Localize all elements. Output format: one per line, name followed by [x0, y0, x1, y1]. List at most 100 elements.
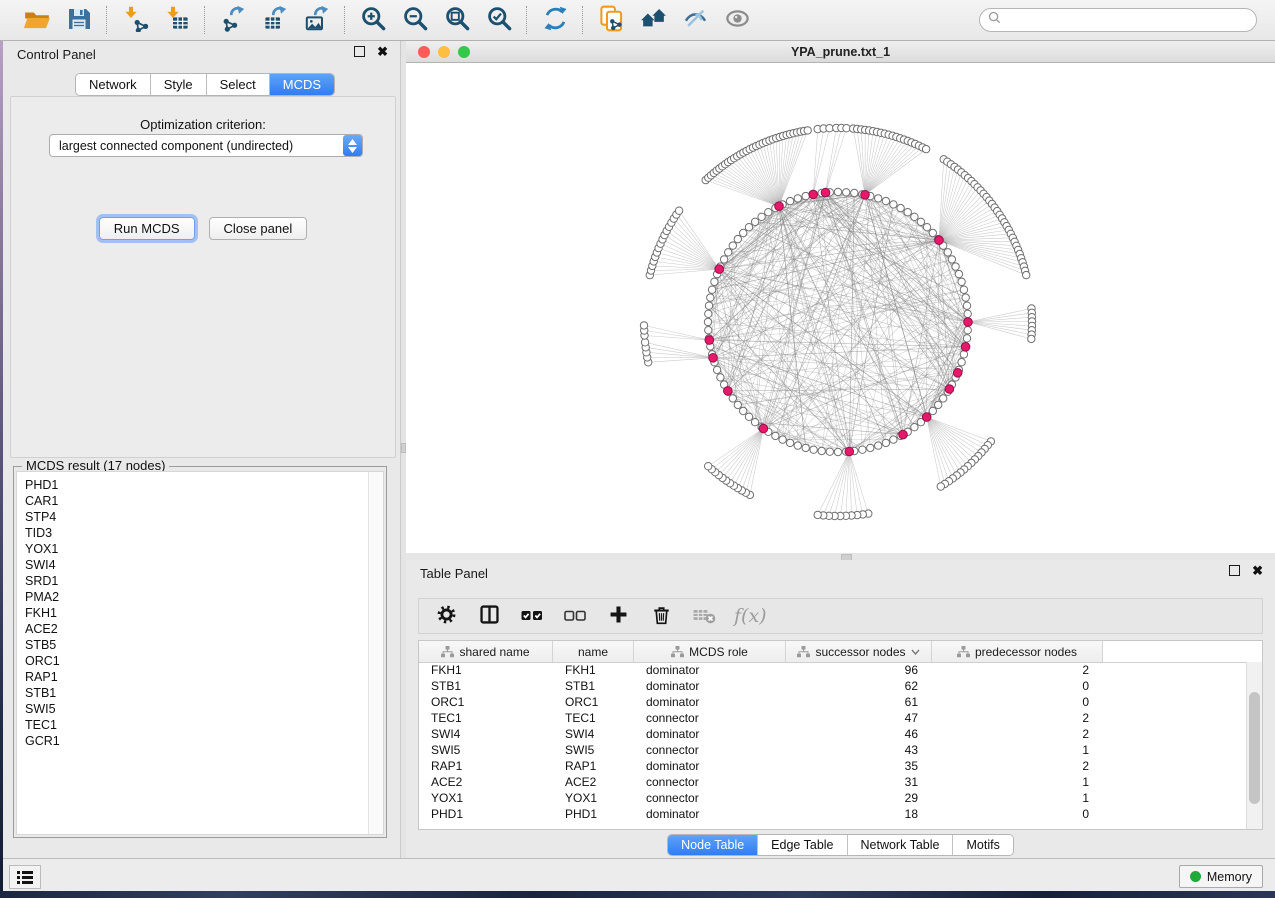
search-input[interactable]	[1006, 12, 1256, 28]
horizontal-splitter[interactable]	[406, 553, 1275, 560]
column-header-MCDS-role[interactable]: MCDS role	[634, 641, 786, 662]
result-node-item[interactable]: FKH1	[25, 605, 369, 621]
table-panel-titlebar: Table Panel ✖	[406, 560, 1275, 586]
tab-node-table[interactable]: Node Table	[668, 835, 758, 855]
result-node-item[interactable]: SWI4	[25, 557, 369, 573]
table-scrollbar[interactable]	[1246, 662, 1262, 829]
result-node-item[interactable]: TEC1	[25, 717, 369, 733]
result-node-item[interactable]: STB1	[25, 685, 369, 701]
deselect-all-button[interactable]	[562, 603, 588, 629]
node-table-body: FKH1FKH1dominator962STB1STB1dominator620…	[419, 662, 1247, 829]
result-node-item[interactable]: STB5	[25, 637, 369, 653]
close-panel-icon[interactable]: ✖	[1252, 566, 1263, 575]
tab-style[interactable]: Style	[151, 74, 207, 95]
table-row[interactable]: ORC1ORC1dominator610	[419, 694, 1247, 710]
close-panel-icon[interactable]: ✖	[377, 47, 388, 56]
add-button[interactable]	[605, 603, 631, 629]
tab-select[interactable]: Select	[207, 74, 270, 95]
table-row[interactable]: STB1STB1dominator620	[419, 678, 1247, 694]
search-field[interactable]	[979, 8, 1257, 32]
zoom-fit-button[interactable]	[443, 6, 471, 34]
table-row[interactable]: ACE2ACE2connector311	[419, 774, 1247, 790]
table-row[interactable]: SWI5SWI5connector431	[419, 742, 1247, 758]
new-network-from-selection-button[interactable]	[597, 6, 625, 34]
tab-edge-table[interactable]: Edge Table	[758, 835, 847, 855]
save-button[interactable]	[65, 6, 93, 34]
import-network-button[interactable]	[121, 6, 149, 34]
node-table[interactable]: shared namename MCDS role successor nodesp…	[418, 640, 1263, 830]
settings-button[interactable]	[433, 603, 459, 629]
result-node-item[interactable]: PMA2	[25, 589, 369, 605]
result-node-item[interactable]: SRD1	[25, 573, 369, 589]
delete-icon	[650, 603, 673, 629]
result-list-scrollbar[interactable]	[368, 472, 383, 834]
refresh-button[interactable]	[541, 6, 569, 34]
network-window-titlebar[interactable]: YPA_prune.txt_1	[406, 41, 1275, 63]
result-node-item[interactable]: SWI5	[25, 701, 369, 717]
show-all-button[interactable]	[723, 6, 751, 34]
result-node-item[interactable]: YOX1	[25, 541, 369, 557]
tab-network[interactable]: Network	[76, 74, 151, 95]
column-header-predecessor-nodes[interactable]: predecessor nodes	[932, 641, 1103, 662]
result-node-item[interactable]: PHD1	[25, 477, 369, 493]
network-canvas[interactable]	[406, 63, 1275, 553]
network-graph[interactable]	[406, 63, 1275, 553]
table-cell: 0	[932, 695, 1103, 709]
mcds-result-list[interactable]: PHD1CAR1STP4TID3YOX1SWI4SRD1PMA2FKH1ACE2…	[16, 471, 384, 835]
hide-selection-button[interactable]	[681, 6, 709, 34]
dropdown-stepper-icon	[343, 135, 362, 156]
search-icon	[988, 11, 1001, 29]
export-network-button[interactable]	[219, 6, 247, 34]
task-history-button[interactable]	[9, 865, 41, 889]
result-node-item[interactable]: RAP1	[25, 669, 369, 685]
zoom-selected-button[interactable]	[485, 6, 513, 34]
run-mcds-button[interactable]: Run MCDS	[99, 217, 195, 240]
tab-mcds[interactable]: MCDS	[270, 74, 334, 95]
import-table-button[interactable]	[163, 6, 191, 34]
float-panel-icon[interactable]	[354, 46, 365, 57]
table-row[interactable]: PHD1PHD1dominator180	[419, 806, 1247, 822]
result-node-item[interactable]: GCR1	[25, 733, 369, 749]
mcds-result-box: MCDS result (17 nodes) PHD1CAR1STP4TID3Y…	[13, 466, 387, 838]
open-button[interactable]	[23, 6, 51, 34]
network-view-window: YPA_prune.txt_1	[406, 41, 1275, 553]
table-row[interactable]: RAP1RAP1dominator352	[419, 758, 1247, 774]
column-header-label: MCDS role	[689, 645, 748, 659]
table-row[interactable]: TEC1TEC1connector472	[419, 710, 1247, 726]
result-node-item[interactable]: ACE2	[25, 621, 369, 637]
result-node-item[interactable]: STP4	[25, 509, 369, 525]
memory-button[interactable]: Memory	[1179, 865, 1263, 888]
table-row[interactable]: YOX1YOX1connector291	[419, 790, 1247, 806]
column-header-successor-nodes[interactable]: successor nodes	[786, 641, 932, 662]
column-header-shared-name[interactable]: shared name	[419, 641, 553, 662]
column-header-name[interactable]: name	[553, 641, 634, 662]
header-filler	[1103, 641, 1262, 662]
float-panel-icon[interactable]	[1229, 565, 1240, 576]
zoom-in-button[interactable]	[359, 6, 387, 34]
zoom-out-button[interactable]	[401, 6, 429, 34]
export-image-button[interactable]	[303, 6, 331, 34]
tab-network-table[interactable]: Network Table	[848, 835, 954, 855]
close-panel-button[interactable]: Close panel	[209, 217, 308, 240]
table-row[interactable]: SWI4SWI4dominator462	[419, 726, 1247, 742]
column-type-icon	[441, 646, 454, 658]
optimization-criterion-dropdown[interactable]: largest connected component (undirected)	[49, 134, 363, 157]
tab-motifs[interactable]: Motifs	[953, 835, 1012, 855]
columns-button[interactable]	[476, 603, 502, 629]
memory-status-icon	[1190, 871, 1201, 882]
scrollbar-thumb[interactable]	[1249, 692, 1260, 804]
table-cell: 96	[786, 663, 932, 677]
export-table-button[interactable]	[261, 6, 289, 34]
result-node-item[interactable]: TID3	[25, 525, 369, 541]
result-node-item[interactable]: ORC1	[25, 653, 369, 669]
mcds-tab-content: Optimization criterion: largest connecte…	[10, 96, 396, 458]
first-neighbors-button[interactable]	[639, 6, 667, 34]
table-cell: 29	[786, 791, 932, 805]
result-node-item[interactable]: CAR1	[25, 493, 369, 509]
table-row[interactable]: FKH1FKH1dominator962	[419, 662, 1247, 678]
desktop-wallpaper-bottom	[0, 891, 1275, 898]
table-panel-title: Table Panel	[420, 566, 488, 581]
zoom-selected-icon	[486, 5, 513, 35]
delete-button[interactable]	[648, 603, 674, 629]
select-all-button[interactable]	[519, 603, 545, 629]
